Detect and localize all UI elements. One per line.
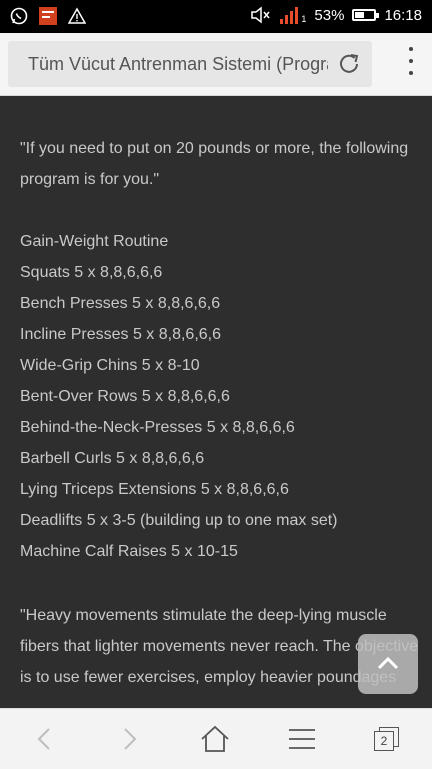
chevron-up-icon: [377, 656, 399, 670]
tab-count: 2: [374, 731, 394, 751]
quote-text-line: "Heavy movements stimulate the deep-lyin…: [20, 607, 387, 624]
exercise-item: Machine Calf Raises 5 x 10-15: [20, 543, 238, 560]
tabs-menu-button[interactable]: [287, 724, 317, 754]
exercise-item: Squats 5 x 8,8,6,6,6: [20, 264, 163, 281]
browser-bottom-bar: 2: [0, 708, 432, 769]
intro-text-line: "If you need to put on 20 pounds or more…: [20, 140, 409, 157]
status-bar: 1 53% 16:18: [0, 0, 432, 33]
forward-button[interactable]: [114, 724, 144, 754]
chevron-left-icon: [37, 728, 50, 750]
exercise-item: Barbell Curls 5 x 8,8,6,6,6: [20, 450, 205, 467]
sim-label: 1: [301, 14, 307, 24]
mute-icon: [250, 6, 272, 24]
clock: 16:18: [384, 6, 422, 24]
page-title: Tüm Vücut Antrenman Sistemi (Progra: [28, 54, 328, 74]
app-notification-icon: [38, 6, 58, 26]
exercise-item: Lying Triceps Extensions 5 x 8,8,6,6,6: [20, 481, 289, 498]
address-bar[interactable]: Tüm Vücut Antrenman Sistemi (Progra: [8, 41, 372, 87]
exercise-item: Behind-the-Neck-Presses 5 x 8,8,6,6,6: [20, 419, 295, 436]
exercise-item: Bench Presses 5 x 8,8,6,6,6: [20, 295, 221, 312]
exercise-item: Deadlifts 5 x 3-5 (building up to one ma…: [20, 512, 338, 529]
reload-icon[interactable]: [336, 51, 362, 77]
exercise-item: Incline Presses 5 x 8,8,6,6,6: [20, 326, 221, 343]
more-menu-icon[interactable]: [408, 47, 414, 81]
intro-text-line: program is for you.": [20, 171, 160, 188]
exercise-item: Bent-Over Rows 5 x 8,8,6,6,6: [20, 388, 230, 405]
chevron-right-icon: [124, 728, 137, 750]
tab-switcher-button[interactable]: 2: [374, 727, 400, 753]
routine-title: Gain-Weight Routine: [20, 233, 169, 250]
exercise-item: Wide-Grip Chins 5 x 8-10: [20, 357, 200, 374]
back-button[interactable]: [30, 724, 60, 754]
whatsapp-icon: [10, 7, 28, 25]
hamburger-icon: [289, 729, 315, 749]
battery-icon: [352, 9, 380, 21]
home-icon: [201, 725, 229, 752]
article-content: "If you need to put on 20 pounds or more…: [0, 96, 432, 708]
scroll-to-top-button[interactable]: [358, 634, 418, 694]
home-button[interactable]: [200, 724, 230, 754]
quote-text-line: is to use fewer exercises, employ heavie…: [20, 669, 397, 686]
battery-percent: 53%: [314, 6, 345, 24]
browser-toolbar: Tüm Vücut Antrenman Sistemi (Progra: [0, 33, 432, 96]
warning-icon: [68, 7, 86, 25]
signal-icon: 1: [280, 6, 306, 24]
